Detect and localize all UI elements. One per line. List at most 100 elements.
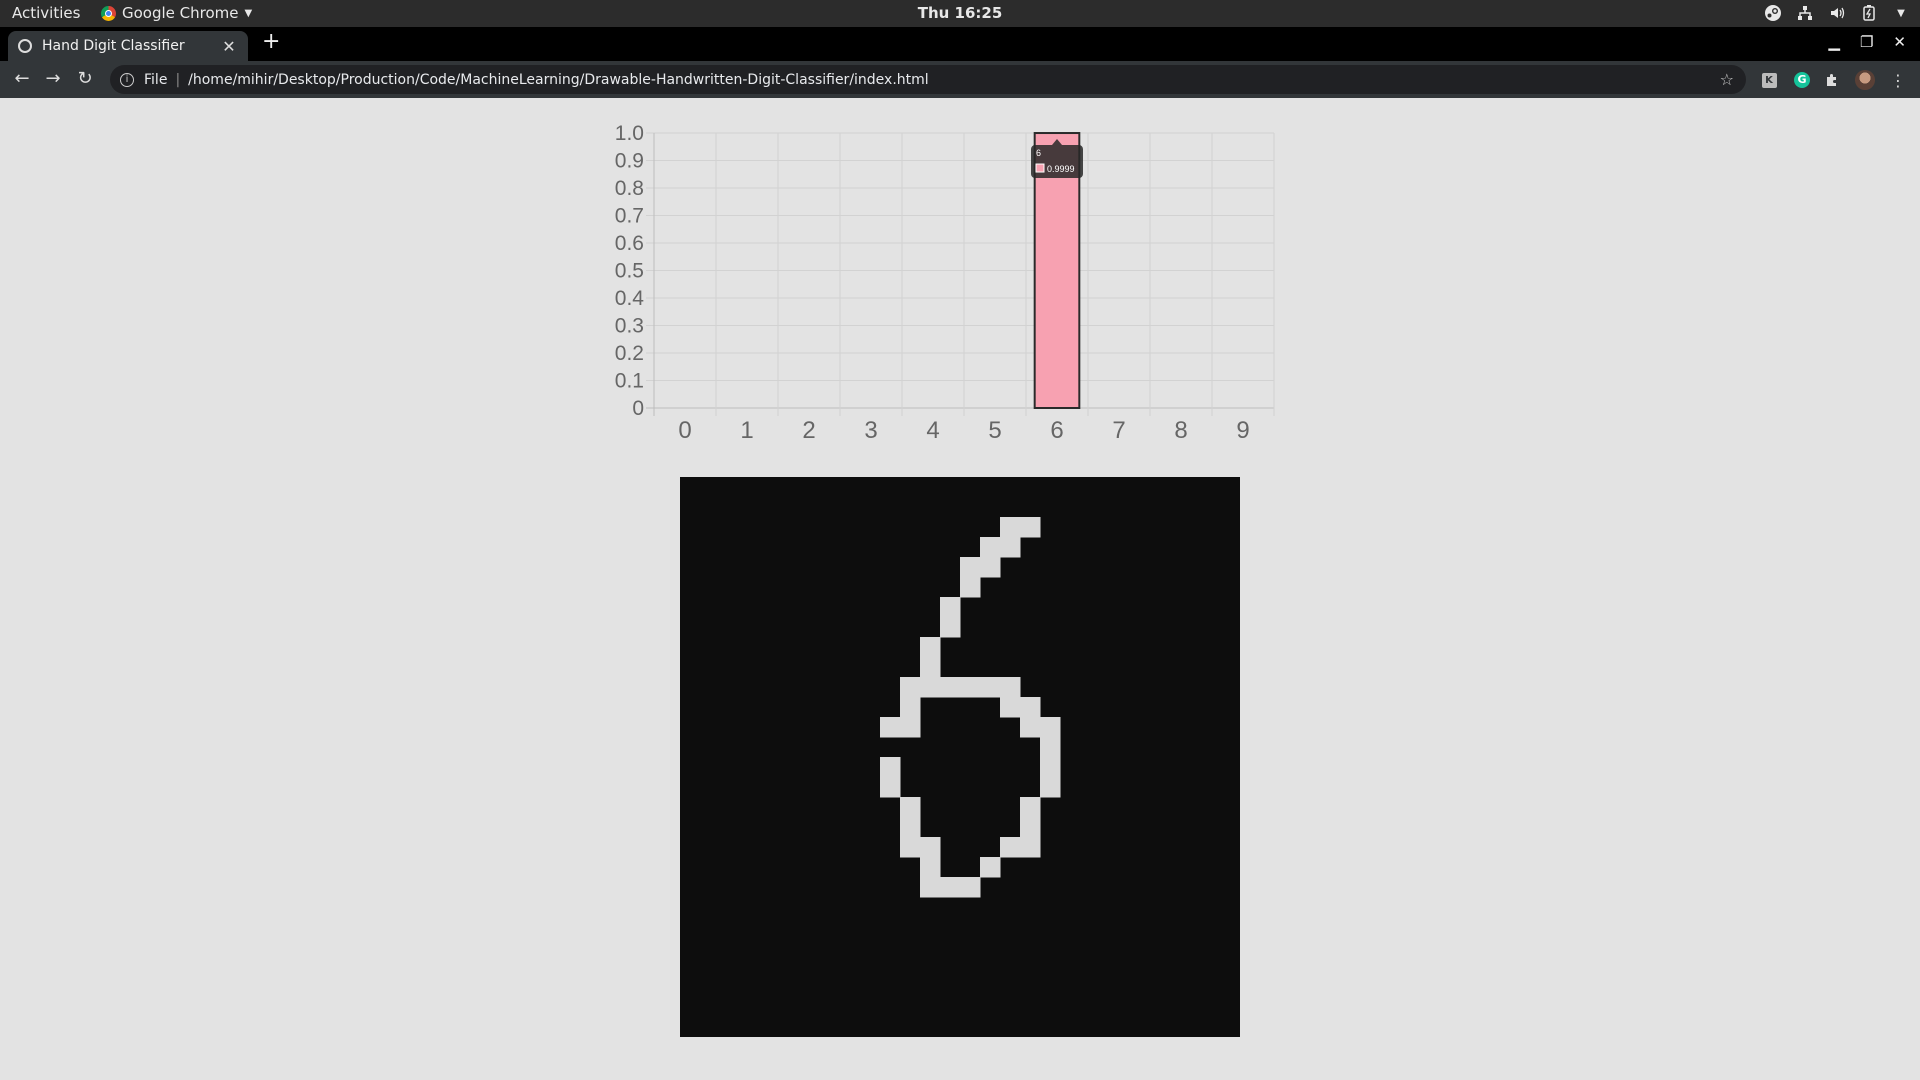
tab-title: Hand Digit Classifier: [42, 38, 185, 54]
window-controls: ▁ ❐ ✕: [1828, 33, 1906, 51]
x-tick-label: 8: [1174, 417, 1187, 444]
drawn-pixel: [900, 677, 921, 698]
probability-bar-chart: 0 0.1 0.2 0.3 0.4 0.5 0.6 0.7 0.8 0.9 1.0 0 1 2 3 4 5 6 7 8…: [615, 122, 1275, 444]
url-text[interactable]: /home/mihir/Desktop/Production/Code/Mach…: [188, 72, 929, 88]
drawn-pixel: [960, 557, 981, 578]
drawn-pixel: [900, 717, 921, 738]
drawn-pixel: [1000, 697, 1021, 718]
restore-icon[interactable]: ❐: [1860, 33, 1873, 51]
chevron-down-icon[interactable]: ▼: [1892, 4, 1910, 22]
x-tick-label: 3: [864, 417, 877, 444]
y-tick-label: 0.6: [615, 232, 644, 255]
extension-k-icon[interactable]: K: [1759, 70, 1779, 90]
x-tick-label: 4: [926, 417, 939, 444]
forward-arrow-icon[interactable]: →: [43, 69, 63, 89]
drawn-pixel: [1040, 717, 1061, 738]
info-icon[interactable]: i: [120, 72, 134, 87]
steam-icon[interactable]: [1764, 4, 1782, 22]
y-tick-label: 1.0: [615, 122, 644, 145]
y-tick-label: 0.2: [615, 342, 644, 365]
x-tick-label: 6: [1050, 417, 1063, 444]
chevron-down-icon: ▼: [244, 7, 253, 19]
drawn-pixel: [1040, 757, 1061, 778]
drawn-pixel: [1020, 817, 1041, 838]
drawn-pixel: [920, 857, 941, 878]
tab-hand-digit-classifier[interactable]: Hand Digit Classifier ✕: [8, 31, 248, 61]
tooltip-title: 6: [1036, 148, 1041, 158]
minimize-icon[interactable]: ▁: [1828, 33, 1840, 51]
drawn-pixel: [900, 817, 921, 838]
system-top-bar: Activities Google Chrome ▼ Thu 16:25 ▼: [0, 0, 1920, 27]
browser-toolbar: ← → ↻ i File | /home/mihir/Desktop/Produ…: [0, 61, 1920, 98]
grammarly-icon[interactable]: G: [1792, 70, 1812, 90]
y-tick-label: 0: [632, 397, 644, 420]
network-icon[interactable]: [1796, 4, 1814, 22]
address-bar[interactable]: i File | /home/mihir/Desktop/Production/…: [110, 65, 1746, 94]
y-tick-label: 0.8: [615, 177, 644, 200]
drawn-pixel: [880, 757, 901, 778]
drawn-pixel: [900, 837, 921, 858]
y-tick-label: 0.5: [615, 260, 644, 283]
drawn-pixel: [940, 877, 961, 898]
star-icon[interactable]: ☆: [1720, 70, 1734, 89]
x-tick-label: 9: [1236, 417, 1249, 444]
x-tick-label: 7: [1112, 417, 1125, 444]
drawn-pixel: [900, 697, 921, 718]
battery-icon[interactable]: [1860, 4, 1878, 22]
x-tick-label: 0: [678, 417, 691, 444]
drawn-pixel: [920, 677, 941, 698]
drawn-pixel: [920, 837, 941, 858]
drawn-pixel: [980, 537, 1001, 558]
drawn-pixel: [1040, 777, 1061, 798]
drawing-canvas[interactable]: [680, 477, 1240, 1037]
activities-button[interactable]: Activities: [12, 4, 80, 22]
close-icon[interactable]: ✕: [220, 37, 238, 56]
tab-strip: Hand Digit Classifier ✕: [0, 27, 1920, 61]
drawn-pixel: [920, 657, 941, 678]
profile-avatar[interactable]: [1855, 70, 1875, 90]
back-arrow-icon[interactable]: ←: [12, 69, 32, 89]
x-tick-label: 1: [740, 417, 753, 444]
page-content: 0 0.1 0.2 0.3 0.4 0.5 0.6 0.7 0.8 0.9 1.0 0 1 2 3 4 5 6 7 8…: [0, 98, 1920, 1080]
drawn-pixel: [1000, 537, 1021, 558]
drawn-pixel: [1020, 517, 1041, 538]
clock[interactable]: Thu 16:25: [0, 4, 1920, 22]
y-tick-label: 0.3: [615, 315, 644, 338]
y-tick-label: 0.1: [615, 370, 644, 393]
drawn-pixel: [1000, 837, 1021, 858]
drawn-pixel: [880, 777, 901, 798]
tooltip-value: 0.9999: [1047, 164, 1075, 174]
drawn-pixel: [960, 577, 981, 598]
url-scheme: File: [144, 71, 168, 88]
close-window-icon[interactable]: ✕: [1893, 33, 1906, 51]
system-tray[interactable]: ▼: [1764, 4, 1910, 22]
drawn-pixel: [1000, 517, 1021, 538]
reload-icon[interactable]: ↻: [75, 69, 95, 89]
globe-icon: [18, 39, 32, 53]
x-tick-label: 5: [988, 417, 1001, 444]
y-tick-label: 0.9: [615, 150, 644, 173]
y-tick-label: 0.4: [615, 287, 645, 310]
drawn-pixel: [980, 677, 1001, 698]
drawn-pixel: [960, 877, 981, 898]
volume-icon[interactable]: [1828, 4, 1846, 22]
new-tab-button[interactable]: +: [262, 31, 280, 53]
app-menu-label: Google Chrome: [122, 4, 239, 22]
url-separator: |: [175, 71, 181, 88]
drawn-pixel: [940, 617, 961, 638]
drawn-pixel: [980, 557, 1001, 578]
extensions-puzzle-icon[interactable]: [1823, 70, 1843, 90]
app-menu[interactable]: Google Chrome ▼: [101, 4, 252, 22]
drawn-pixel: [940, 677, 961, 698]
drawn-pixel: [940, 597, 961, 618]
drawn-pixel: [980, 857, 1001, 878]
drawn-pixel: [1020, 697, 1041, 718]
x-tick-label: 2: [802, 417, 815, 444]
drawn-pixel: [900, 797, 921, 818]
drawn-pixel: [1020, 797, 1041, 818]
chrome-icon: [101, 5, 116, 21]
kebab-menu-icon[interactable]: ⋮: [1888, 70, 1908, 90]
drawn-pixel: [920, 637, 941, 658]
y-tick-label: 0.7: [615, 205, 644, 228]
drawn-pixel: [960, 677, 981, 698]
